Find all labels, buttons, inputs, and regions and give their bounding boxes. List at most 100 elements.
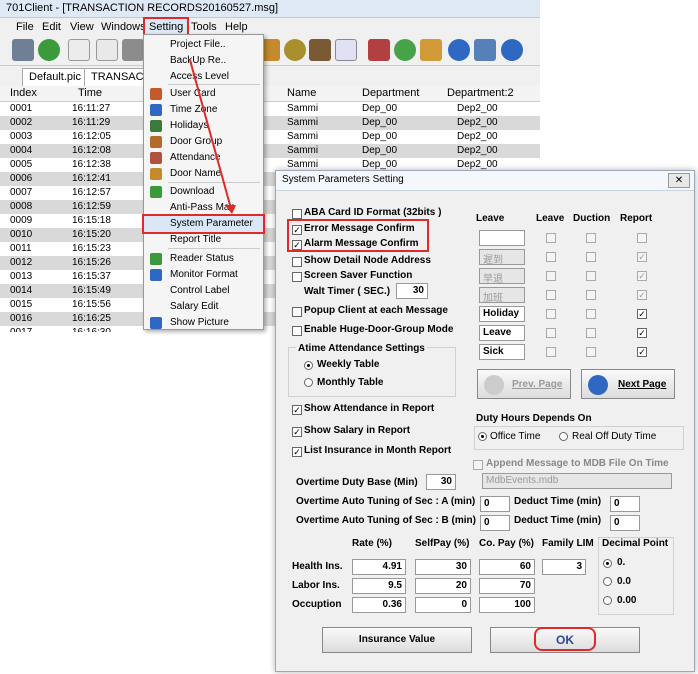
- duty-group-label: Duty Hours Depends On: [476, 413, 592, 424]
- insurance-co-input[interactable]: 70: [479, 578, 535, 594]
- next-page-button[interactable]: Next Page: [581, 369, 675, 399]
- ot-base-input[interactable]: 30: [426, 474, 456, 490]
- leave-name-input[interactable]: 早退: [479, 268, 525, 285]
- leave-leave-checkbox[interactable]: [546, 290, 556, 300]
- leave-name-input[interactable]: 遲到: [479, 249, 525, 266]
- ins-header-copay: Co. Pay (%): [479, 538, 535, 549]
- dialog-titlebar: System Parameters Setting ✕: [276, 171, 694, 191]
- append-mdb-label: Append Message to MDB File On Time: [486, 458, 669, 469]
- decimal-1-radio[interactable]: [603, 577, 612, 586]
- leave-duction-checkbox[interactable]: [586, 290, 596, 300]
- option-label: ABA Card ID Format (32bits ): [304, 207, 442, 218]
- append-mdb-checkbox[interactable]: [473, 460, 483, 470]
- leave-report-checkbox[interactable]: ✓: [637, 252, 647, 262]
- leave-duction-checkbox[interactable]: [586, 271, 596, 281]
- report-option-checkbox[interactable]: ✓: [292, 427, 302, 437]
- leave-report-checkbox[interactable]: [637, 233, 647, 243]
- prev-page-button[interactable]: Prev. Page: [477, 369, 571, 399]
- ins-header-family: Family LIM: [542, 538, 594, 549]
- decimal-1-label: 0.0: [617, 576, 631, 587]
- wait-timer-label: Walt Timer ( SEC.): [304, 286, 391, 297]
- weekly-radio[interactable]: [304, 361, 313, 370]
- decimal-0-label: 0.: [617, 557, 626, 568]
- ot-base-label: Overtime Duty Base (Min): [296, 477, 418, 488]
- decimal-2-radio[interactable]: [603, 596, 612, 605]
- leave-name-input[interactable]: Sick: [479, 344, 525, 360]
- real-off-label: Real Off Duty Time: [572, 431, 657, 442]
- leave-report-checkbox[interactable]: ✓: [637, 290, 647, 300]
- option-label: Screen Saver Function: [304, 270, 413, 281]
- ot-a-input[interactable]: 0: [480, 496, 510, 512]
- leave-duction-checkbox[interactable]: [586, 233, 596, 243]
- leave-header-leave: Leave: [536, 213, 565, 224]
- deduct-b-input[interactable]: 0: [610, 515, 640, 531]
- ot-a-label: Overtime Auto Tuning of Sec : A (min): [296, 496, 476, 507]
- option-checkbox[interactable]: [292, 209, 302, 219]
- option-checkbox[interactable]: [292, 326, 302, 336]
- decimal-0-radio[interactable]: [603, 559, 612, 568]
- ot-b-input[interactable]: 0: [480, 515, 510, 531]
- insurance-self-input[interactable]: 30: [415, 559, 471, 575]
- real-off-radio[interactable]: [559, 432, 568, 441]
- monthly-radio[interactable]: [304, 378, 313, 387]
- ot-b-label: Overtime Auto Tuning of Sec : B (min): [296, 515, 476, 526]
- leave-header-name: Leave: [476, 213, 505, 224]
- leave-leave-checkbox[interactable]: [546, 309, 556, 319]
- office-time-radio[interactable]: [478, 432, 487, 441]
- leave-name-input[interactable]: Holiday: [479, 306, 525, 322]
- close-button[interactable]: ✕: [668, 173, 690, 188]
- insurance-rate-input[interactable]: 9.5: [352, 578, 406, 594]
- leave-header-duction: Duction: [573, 213, 611, 224]
- insurance-value-button[interactable]: Insurance Value: [322, 627, 472, 653]
- dialog-title: System Parameters Setting: [282, 174, 404, 185]
- option-checkbox[interactable]: [292, 272, 302, 282]
- leave-duction-checkbox[interactable]: [586, 328, 596, 338]
- decimal-group-label: Decimal Point: [602, 538, 669, 549]
- insurance-row-label: Health Ins.: [292, 561, 343, 572]
- option-label: Enable Huge-Door-Group Mode: [304, 324, 454, 335]
- office-time-label: Office Time: [490, 431, 541, 442]
- leave-leave-checkbox[interactable]: [546, 233, 556, 243]
- leave-duction-checkbox[interactable]: [586, 252, 596, 262]
- option-checkbox[interactable]: [292, 307, 302, 317]
- report-option-label: Show Attendance in Report: [304, 403, 435, 414]
- leave-name-input[interactable]: Leave: [479, 325, 525, 341]
- attendance-group-label: Atime Attendance Settings: [296, 343, 427, 354]
- report-option-label: List Insurance in Month Report: [304, 445, 452, 456]
- option-checkbox[interactable]: [292, 257, 302, 267]
- leave-header-report: Report: [620, 213, 653, 224]
- report-option-label: Show Salary in Report: [304, 425, 411, 436]
- leave-leave-checkbox[interactable]: [546, 328, 556, 338]
- mdb-file-input[interactable]: MdbEvents.mdb: [482, 473, 672, 489]
- insurance-row-label: Labor Ins.: [292, 580, 340, 591]
- leave-duction-checkbox[interactable]: [586, 309, 596, 319]
- report-option-checkbox[interactable]: ✓: [292, 447, 302, 457]
- leave-report-checkbox[interactable]: ✓: [637, 328, 647, 338]
- leave-leave-checkbox[interactable]: [546, 347, 556, 357]
- insurance-row-label: Occuption: [292, 599, 342, 610]
- report-option-checkbox[interactable]: ✓: [292, 405, 302, 415]
- insurance-rate-input[interactable]: 4.91: [352, 559, 406, 575]
- ins-header-rate: Rate (%): [352, 538, 393, 549]
- leave-duction-checkbox[interactable]: [586, 347, 596, 357]
- insurance-self-input[interactable]: 20: [415, 578, 471, 594]
- insurance-self-input[interactable]: 0: [415, 597, 471, 613]
- leave-report-checkbox[interactable]: ✓: [637, 309, 647, 319]
- insurance-family-input[interactable]: 3: [542, 559, 586, 575]
- insurance-rate-input[interactable]: 0.36: [352, 597, 406, 613]
- leave-name-input[interactable]: 加班: [479, 287, 525, 304]
- leave-report-checkbox[interactable]: ✓: [637, 271, 647, 281]
- insurance-co-input[interactable]: 60: [479, 559, 535, 575]
- leave-name-input[interactable]: [479, 230, 525, 246]
- leave-leave-checkbox[interactable]: [546, 271, 556, 281]
- weekly-label: Weekly Table: [317, 359, 380, 370]
- wait-timer-input[interactable]: 30: [396, 283, 428, 299]
- insurance-co-input[interactable]: 100: [479, 597, 535, 613]
- deduct-a-label: Deduct Time (min): [514, 496, 602, 507]
- attendance-group: [288, 347, 456, 397]
- decimal-2-label: 0.00: [617, 595, 637, 606]
- leave-leave-checkbox[interactable]: [546, 252, 556, 262]
- leave-report-checkbox[interactable]: ✓: [637, 347, 647, 357]
- deduct-a-input[interactable]: 0: [610, 496, 640, 512]
- system-parameters-dialog: System Parameters Setting ✕ ABA Card ID …: [275, 170, 695, 672]
